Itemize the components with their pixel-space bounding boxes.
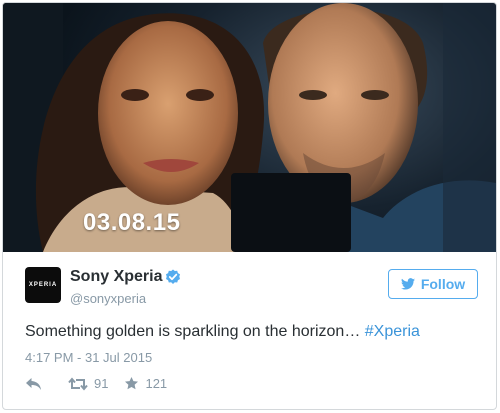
follow-button[interactable]: Follow xyxy=(388,269,478,299)
retweet-icon xyxy=(68,376,88,391)
photo-illustration xyxy=(3,3,496,252)
reply-icon xyxy=(26,377,41,390)
account-name[interactable]: Sony Xperia xyxy=(70,268,162,286)
twitter-bird-icon xyxy=(400,278,415,290)
avatar-logo-text: XPERIA xyxy=(28,282,58,288)
tweet-text: Something golden is sparkling on the hor… xyxy=(25,323,420,341)
tweet-body: Something golden is sparkling on the hor… xyxy=(25,323,365,340)
retweet-button[interactable]: 91 xyxy=(68,376,108,391)
tweet-card: 03.08.15 XPERIA Sony Xperia @sonyxperia … xyxy=(2,2,497,410)
follow-label: Follow xyxy=(420,276,466,292)
tweet-actions: 91 121 xyxy=(25,376,167,391)
tweet-photo[interactable]: 03.08.15 xyxy=(3,3,496,252)
favorite-star-icon xyxy=(125,376,139,390)
reply-button[interactable] xyxy=(25,377,42,391)
account-handle[interactable]: @sonyxperia xyxy=(70,291,146,306)
avatar[interactable]: XPERIA xyxy=(25,267,61,303)
hashtag-link[interactable]: #Xperia xyxy=(365,323,420,340)
retweet-count: 91 xyxy=(94,376,109,391)
tweet-timestamp[interactable]: 4:17 PM - 31 Jul 2015 xyxy=(25,350,152,365)
verified-badge-icon xyxy=(166,269,180,284)
favorite-count: 121 xyxy=(145,376,168,391)
date-overlay: 03.08.15 xyxy=(83,209,181,236)
favorite-button[interactable]: 121 xyxy=(124,376,167,391)
